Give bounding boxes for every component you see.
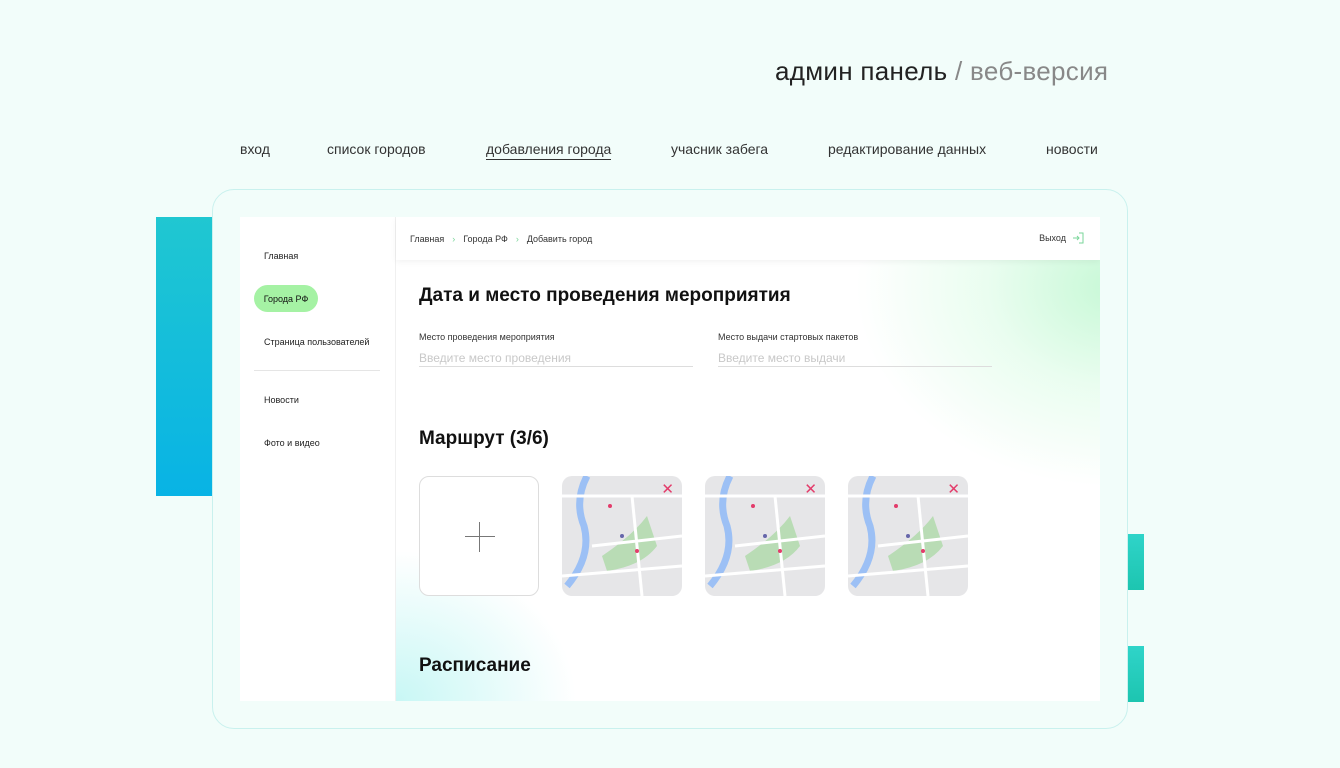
decor-gradient-block bbox=[156, 217, 212, 496]
pickup-input[interactable] bbox=[718, 349, 992, 367]
nav-news[interactable]: новости bbox=[1046, 141, 1098, 157]
sidebar-item-users[interactable]: Страница пользователей bbox=[264, 337, 369, 347]
header-title: админ панель bbox=[775, 56, 948, 86]
decor-bar bbox=[1128, 534, 1144, 590]
sidebar-item-media[interactable]: Фото и видео bbox=[264, 438, 320, 448]
top-bar: Главная › Города РФ › Добавить город Вых… bbox=[396, 217, 1100, 260]
route-map-thumbnail[interactable]: ✕ bbox=[705, 476, 825, 596]
section-title-route: Маршрут (3/6) bbox=[419, 428, 549, 449]
add-route-button[interactable] bbox=[419, 476, 539, 596]
section-title-schedule: Расписание bbox=[419, 655, 531, 676]
remove-icon[interactable]: ✕ bbox=[661, 482, 674, 497]
route-map-thumbnail[interactable]: ✕ bbox=[848, 476, 968, 596]
sidebar-divider bbox=[254, 370, 380, 371]
exit-button[interactable]: Выход bbox=[1039, 232, 1084, 244]
decor-bar bbox=[1128, 646, 1144, 702]
nav-city-list[interactable]: список городов bbox=[327, 141, 426, 157]
nav-add-city[interactable]: добавления города bbox=[486, 141, 612, 160]
header-subtitle: веб-версия bbox=[970, 56, 1109, 86]
nav-edit-data[interactable]: редактирование данных bbox=[828, 141, 986, 157]
logout-icon bbox=[1073, 232, 1084, 244]
venue-input[interactable] bbox=[419, 349, 693, 367]
page-header: админ панель / веб-версия bbox=[775, 56, 1108, 87]
top-nav: вход список городов добавления города уч… bbox=[0, 141, 1340, 163]
exit-label: Выход bbox=[1039, 233, 1066, 243]
breadcrumb-current: Добавить город bbox=[526, 234, 593, 244]
nav-login[interactable]: вход bbox=[240, 141, 270, 157]
sidebar-item-news[interactable]: Новости bbox=[264, 395, 299, 405]
route-map-thumbnail[interactable]: ✕ bbox=[562, 476, 682, 596]
section-title-venue: Дата и место проведения мероприятия bbox=[419, 285, 791, 306]
breadcrumb: Главная › Города РФ › Добавить город bbox=[410, 234, 592, 244]
header-separator: / bbox=[954, 56, 963, 86]
remove-icon[interactable]: ✕ bbox=[947, 482, 960, 497]
venue-label: Место проведения мероприятия bbox=[419, 332, 555, 342]
chevron-right-icon: › bbox=[515, 234, 519, 244]
admin-window: Главная Города РФ Страница пользователей… bbox=[240, 217, 1100, 701]
main-content: Главная › Города РФ › Добавить город Вых… bbox=[396, 217, 1100, 701]
breadcrumb-cities[interactable]: Города РФ bbox=[463, 234, 508, 244]
sidebar-item-home[interactable]: Главная bbox=[264, 251, 298, 261]
sidebar-item-cities[interactable]: Города РФ bbox=[254, 285, 318, 312]
nav-participant[interactable]: учасник забега bbox=[671, 141, 768, 157]
chevron-right-icon: › bbox=[452, 234, 456, 244]
pickup-label: Место выдачи стартовых пакетов bbox=[718, 332, 859, 342]
sidebar: Главная Города РФ Страница пользователей… bbox=[240, 217, 396, 701]
breadcrumb-home[interactable]: Главная bbox=[410, 234, 444, 244]
remove-icon[interactable]: ✕ bbox=[804, 482, 817, 497]
